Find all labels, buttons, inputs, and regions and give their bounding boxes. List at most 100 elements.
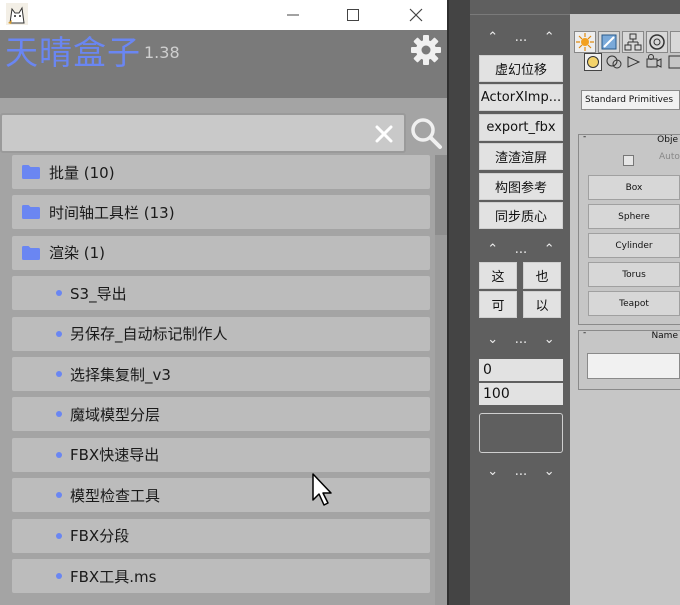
arrow-up-icon: ⌃ — [543, 29, 555, 45]
collapse-icon: - — [583, 132, 587, 142]
bullet-icon — [56, 411, 62, 418]
script-item-row[interactable]: FBX快速导出 — [12, 437, 430, 472]
autogrid-checkbox[interactable] — [623, 155, 634, 166]
script-item-row[interactable]: 另保存_自动标记制作人 — [12, 316, 430, 351]
object-type-header[interactable]: - Obje — [579, 132, 680, 147]
minimize-icon — [287, 14, 299, 16]
lights-icon[interactable] — [625, 53, 643, 71]
tab-create[interactable] — [574, 31, 596, 53]
expand-arrows-mid[interactable]: ⌄ ... ⌄ — [479, 329, 563, 349]
tree-item-label: FBX快速导出 — [70, 446, 160, 465]
clear-icon[interactable] — [374, 124, 394, 144]
ellipsis: ... — [514, 331, 528, 347]
motion-icon — [649, 34, 665, 50]
expand-arrows-bottom[interactable]: ⌄ ... ⌄ — [479, 461, 563, 481]
modify-icon — [601, 34, 617, 50]
ellipsis: ... — [514, 463, 528, 479]
tool-window: 天晴盒子 1.38 批量 (10) 时间轴工具栏 (13) 渲染 (1) S3_导出另… — [0, 0, 447, 605]
actorx-import-button[interactable]: ActorXImp... — [479, 84, 563, 111]
collapse-arrows-top[interactable]: ⌃ ... ⌃ — [479, 27, 563, 47]
unreal-offset-button[interactable]: 虚幻位移 — [479, 55, 563, 82]
name-color-title: Name — [651, 331, 678, 341]
tree-item-label: 批量 (10) — [49, 163, 115, 182]
script-item-row[interactable]: S3_导出 — [12, 276, 430, 311]
arrow-down-icon: ⌄ — [487, 331, 499, 347]
maximize-icon — [347, 9, 359, 21]
ellipsis: ... — [514, 241, 528, 257]
tree-item-label: 时间轴工具栏 (13) — [49, 203, 175, 222]
autogrid-label: Auto — [659, 152, 680, 162]
sphere-button[interactable]: Sphere — [588, 204, 680, 229]
scrollbar-thumb[interactable] — [435, 155, 447, 235]
folder-row[interactable]: 渲染 (1) — [12, 235, 430, 270]
title-bar[interactable] — [0, 0, 447, 30]
arrow-up-icon: ⌃ — [487, 29, 499, 45]
app-cat-icon — [6, 3, 28, 25]
render-screen-button[interactable]: 渣渣渲屏 — [479, 143, 563, 170]
maximize-button[interactable] — [330, 0, 376, 30]
collapse-arrows-mid-top[interactable]: ⌃ ... ⌃ — [479, 239, 563, 259]
script-item-row[interactable]: FBX工具.ms — [12, 559, 430, 593]
cameras-icon[interactable] — [645, 53, 663, 71]
small-button-yi[interactable]: 以 — [523, 291, 561, 318]
gear-icon[interactable] — [409, 33, 443, 67]
script-item-row[interactable]: 模型检查工具 — [12, 478, 430, 513]
tree-item-label: 模型检查工具 — [70, 486, 161, 505]
tab-display[interactable] — [670, 31, 680, 53]
tree-item-label: 魔域模型分层 — [70, 405, 161, 424]
toolbar-top-strip — [470, 14, 570, 21]
cylinder-button[interactable]: Cylinder — [588, 233, 680, 258]
composition-ref-button[interactable]: 构图参考 — [479, 173, 563, 200]
search-bar — [0, 113, 406, 153]
script-item-row[interactable]: 选择集复制_v3 — [12, 357, 430, 391]
hierarchy-icon — [624, 33, 642, 51]
minimize-button[interactable] — [270, 0, 316, 30]
search-input[interactable] — [6, 121, 370, 149]
export-fbx-button[interactable]: export_fbx — [479, 114, 563, 141]
start-frame-field[interactable]: 0 — [479, 359, 563, 381]
script-tree: 批量 (10) 时间轴工具栏 (13) 渲染 (1) S3_导出另保存_自动标记制作人… — [12, 155, 430, 605]
script-item-row[interactable]: FBX分段 — [12, 518, 430, 553]
bullet-icon — [56, 573, 62, 579]
folder-row[interactable]: 批量 (10) — [12, 155, 430, 189]
folder-icon — [22, 245, 40, 260]
bullet-icon — [56, 451, 62, 458]
folder-icon — [22, 165, 40, 179]
bullet-icon — [56, 330, 62, 337]
tree-item-label: FBX工具.ms — [70, 567, 157, 586]
bullet-icon — [56, 492, 62, 499]
name-color-header[interactable]: - Name — [579, 328, 680, 343]
torus-button[interactable]: Torus — [588, 262, 680, 287]
arrow-down-icon: ⌄ — [543, 463, 555, 479]
box-button[interactable]: Box — [588, 175, 680, 200]
tree-item-label: 选择集复制_v3 — [70, 365, 171, 384]
viewport-edge — [447, 0, 470, 605]
arrow-down-icon: ⌄ — [487, 463, 499, 479]
bullet-icon — [56, 532, 62, 539]
folder-row[interactable]: 时间轴工具栏 (13) — [12, 195, 430, 230]
arrow-up-icon: ⌃ — [543, 241, 555, 257]
primitives-dropdown[interactable]: Standard Primitives — [581, 90, 680, 110]
object-name-field[interactable] — [587, 353, 680, 379]
geometry-icon[interactable] — [584, 53, 602, 71]
script-item-row[interactable]: 魔域模型分层 — [12, 397, 430, 432]
app-title: 天晴盒子 — [5, 33, 141, 72]
tab-hierarchy[interactable] — [622, 31, 644, 53]
teapot-button[interactable]: Teapot — [588, 291, 680, 316]
close-button[interactable] — [393, 0, 439, 30]
end-frame-field[interactable]: 100 — [479, 383, 563, 405]
tab-modify[interactable] — [598, 31, 620, 53]
tree-item-label: S3_导出 — [70, 284, 127, 303]
empty-slot[interactable] — [479, 413, 563, 453]
shapes-icon[interactable] — [605, 53, 623, 71]
arrow-down-icon: ⌄ — [543, 331, 555, 347]
sync-pivot-button[interactable]: 同步质心 — [479, 202, 563, 229]
small-button-ye[interactable]: 也 — [523, 262, 561, 289]
search-icon[interactable] — [409, 116, 443, 150]
helpers-icon[interactable] — [666, 53, 680, 71]
small-button-ke[interactable]: 可 — [479, 291, 517, 318]
tab-motion[interactable] — [646, 31, 668, 53]
small-button-zhe[interactable]: 这 — [479, 262, 517, 289]
collapse-icon: - — [583, 328, 587, 338]
window-border — [447, 0, 449, 605]
